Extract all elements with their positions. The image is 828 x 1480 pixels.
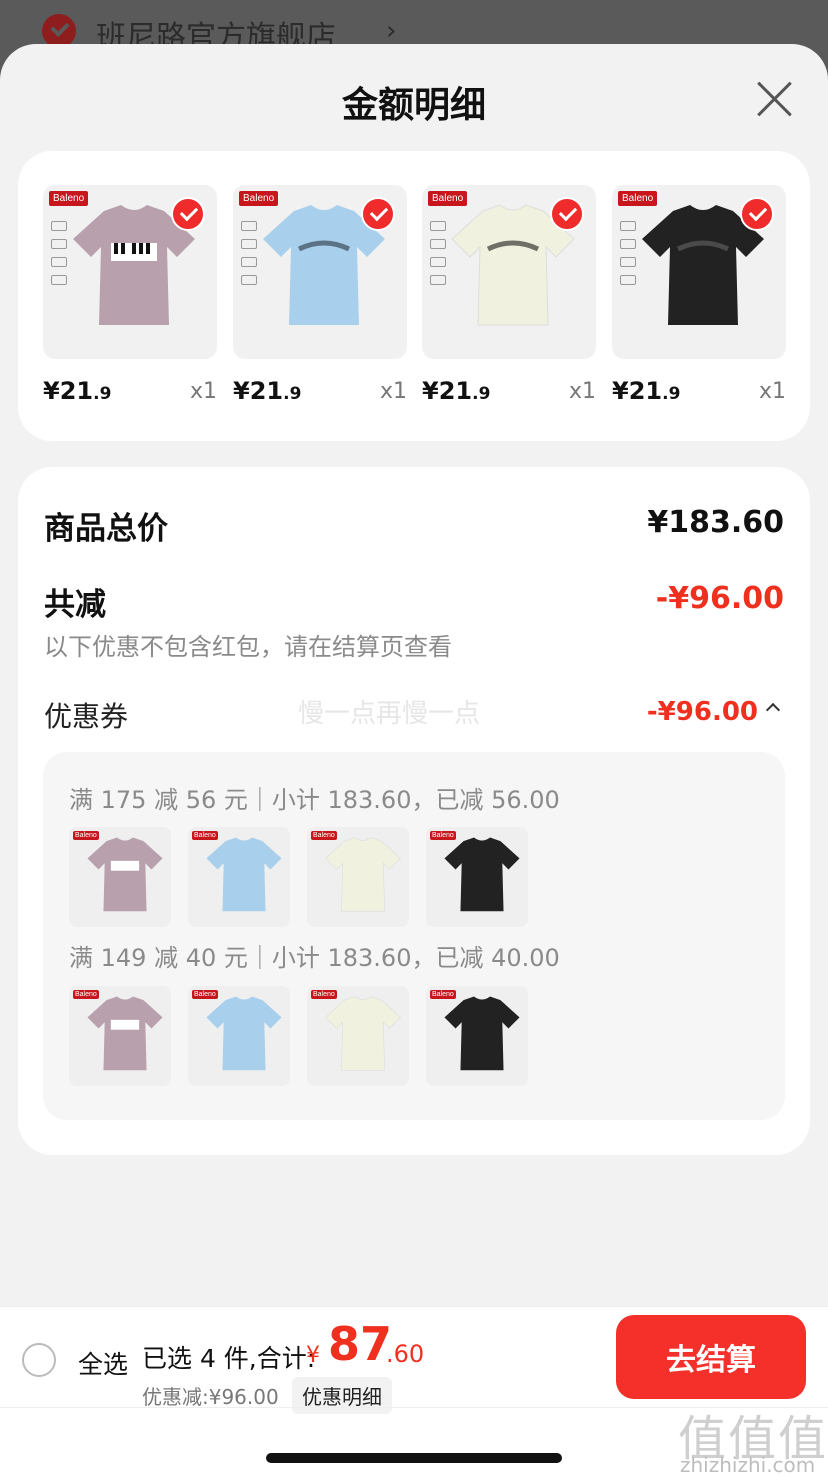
total-price-label: 商品总价 bbox=[44, 511, 168, 547]
home-indicator bbox=[266, 1453, 562, 1463]
check-icon[interactable] bbox=[740, 197, 774, 231]
coupon-value[interactable]: -¥96.00 bbox=[647, 697, 758, 727]
coupon-rule: 满 149 减 40 元｜小计 183.60，已减 40.00 bbox=[69, 944, 560, 972]
tshirt-image bbox=[206, 996, 282, 1071]
product-price: ¥21.9 bbox=[612, 377, 681, 405]
product-image: Baleno bbox=[233, 185, 407, 359]
coupon-label: 优惠券 bbox=[44, 700, 129, 733]
product-qty: x1 bbox=[379, 379, 407, 404]
product-price: ¥21.9 bbox=[233, 377, 302, 405]
product-thumb: Baleno bbox=[426, 986, 528, 1086]
total-currency: ¥ bbox=[306, 1343, 320, 1368]
checkout-bar: 全选 已选 4 件,合计: ¥ 87 .60 优惠减:¥96.00 优惠明细 去… bbox=[0, 1306, 828, 1480]
check-icon[interactable] bbox=[550, 197, 584, 231]
product-thumb: Baleno bbox=[307, 827, 409, 927]
product-image: Baleno bbox=[43, 185, 217, 359]
check-icon[interactable] bbox=[171, 197, 205, 231]
feature-icons bbox=[51, 221, 69, 293]
amount-detail-sheet: 金额明细 Baleno ¥21.9 x1 Baleno ¥21.9 x1 Bal… bbox=[0, 44, 828, 1480]
product-thumb: Baleno bbox=[69, 827, 171, 927]
tshirt-image bbox=[87, 837, 163, 912]
feature-icons bbox=[620, 221, 638, 293]
product-thumb: Baleno bbox=[188, 986, 290, 1086]
product-image: Baleno bbox=[612, 185, 786, 359]
discount-amount: 优惠减:¥96.00 bbox=[142, 1385, 279, 1409]
tshirt-image bbox=[206, 837, 282, 912]
reduction-value: -¥96.00 bbox=[655, 581, 784, 616]
discount-detail-button[interactable]: 优惠明细 bbox=[292, 1377, 392, 1414]
site-url: zhizhizhi.com bbox=[680, 1453, 816, 1477]
coupon-detail-box: 满 175 减 56 元｜小计 183.60，已减 56.00 Baleno B… bbox=[43, 752, 785, 1120]
product-thumb: Baleno bbox=[188, 827, 290, 927]
total-amount: 87 bbox=[328, 1317, 393, 1371]
select-all-label[interactable]: 全选 bbox=[78, 1345, 128, 1381]
watermark-text: 慢一点再慢一点 bbox=[298, 699, 481, 729]
tshirt-image bbox=[444, 996, 520, 1071]
discount-note: 以下优惠不包含红包，请在结算页查看 bbox=[44, 633, 452, 661]
product-qty: x1 bbox=[189, 379, 217, 404]
check-icon[interactable] bbox=[361, 197, 395, 231]
tshirt-image bbox=[325, 837, 401, 912]
price-summary-card: 商品总价 ¥183.60 共减 -¥96.00 以下优惠不包含红包，请在结算页查… bbox=[18, 467, 810, 1155]
tshirt-image bbox=[325, 996, 401, 1071]
product-qty: x1 bbox=[568, 379, 596, 404]
checkout-button[interactable]: 去结算 bbox=[616, 1315, 806, 1399]
coupon-rule: 满 175 减 56 元｜小计 183.60，已减 56.00 bbox=[69, 786, 560, 814]
tshirt-image bbox=[444, 837, 520, 912]
product-thumb: Baleno bbox=[307, 986, 409, 1086]
product-price: ¥21.9 bbox=[43, 377, 112, 405]
selected-count: 已选 4 件,合计: bbox=[142, 1344, 316, 1373]
chevron-up-icon[interactable] bbox=[765, 702, 781, 718]
sheet-title: 金额明细 bbox=[341, 85, 486, 126]
product-item[interactable]: Baleno ¥21.9 x1 bbox=[43, 185, 217, 411]
feature-icons bbox=[430, 221, 448, 293]
store-check-icon bbox=[42, 14, 76, 48]
product-image: Baleno bbox=[422, 185, 596, 359]
tshirt-image bbox=[87, 996, 163, 1071]
product-price: ¥21.9 bbox=[422, 377, 491, 405]
product-thumb: Baleno bbox=[69, 986, 171, 1086]
reduction-label: 共减 bbox=[44, 587, 106, 623]
close-icon[interactable] bbox=[756, 80, 794, 118]
product-qty: x1 bbox=[758, 379, 786, 404]
product-thumb: Baleno bbox=[426, 827, 528, 927]
products-card: Baleno ¥21.9 x1 Baleno ¥21.9 x1 Baleno ¥… bbox=[18, 151, 810, 441]
total-price-value: ¥183.60 bbox=[647, 505, 784, 540]
product-item[interactable]: Baleno ¥21.9 x1 bbox=[422, 185, 596, 411]
product-item[interactable]: Baleno ¥21.9 x1 bbox=[612, 185, 786, 411]
product-item[interactable]: Baleno ¥21.9 x1 bbox=[233, 185, 407, 411]
select-all-radio[interactable] bbox=[22, 1343, 56, 1377]
total-decimal: .60 bbox=[386, 1340, 425, 1368]
feature-icons bbox=[241, 221, 259, 293]
chevron-right-icon: › bbox=[386, 16, 397, 46]
